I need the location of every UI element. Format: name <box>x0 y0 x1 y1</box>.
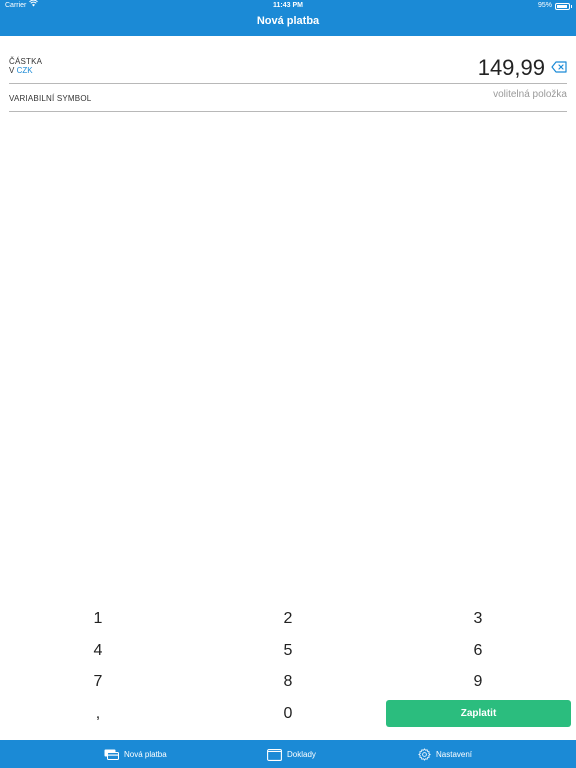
battery-info: 95% <box>537 0 572 12</box>
currency-prefix: V <box>9 66 15 75</box>
page-title: Nová platba <box>256 15 320 27</box>
battery-icon <box>555 2 572 10</box>
tab-label: Nová platba <box>124 749 167 759</box>
status-bar: Carrier 11:43 PM 95% <box>0 0 576 12</box>
key-5[interactable]: 5 <box>193 635 383 666</box>
app-header: Carrier 11:43 PM 95% Nová platba <box>0 0 576 36</box>
key-2[interactable]: 2 <box>193 603 383 634</box>
gear-icon <box>418 747 431 761</box>
tab-label: Nastavení <box>436 749 473 759</box>
key-7[interactable]: 7 <box>3 666 193 697</box>
key-decimal-comma[interactable]: , <box>3 698 193 729</box>
key-9[interactable]: 9 <box>383 666 573 697</box>
key-3[interactable]: 3 <box>383 603 573 634</box>
numeric-keypad: 1 2 3 4 5 6 7 8 9 , 0 Zaplatit <box>0 603 576 729</box>
variable-symbol-label: VARIABILNÍ SYMBOL <box>9 94 92 103</box>
tab-new-payment[interactable]: Nová platba <box>104 740 167 768</box>
status-time: 11:43 PM <box>273 2 303 9</box>
tab-bar: Nová platba Doklady Nastavení <box>0 740 576 768</box>
battery-percent: 95% <box>537 2 552 9</box>
tab-settings[interactable]: Nastavení <box>418 740 472 768</box>
receipts-icon <box>267 748 282 761</box>
currency-selector[interactable]: CZK <box>17 66 33 75</box>
amount-row: ČÁSTKA V CZK 149,99 <box>9 48 567 84</box>
payment-cards-icon <box>104 749 119 760</box>
tab-receipts[interactable]: Doklady <box>267 740 316 768</box>
tab-label: Doklady <box>287 749 316 759</box>
battery-level <box>557 4 568 8</box>
pay-button[interactable]: Zaplatit <box>386 700 571 727</box>
currency-line: V CZK <box>9 66 33 75</box>
key-4[interactable]: 4 <box>3 635 193 666</box>
key-0[interactable]: 0 <box>193 698 383 729</box>
amount-value: 149,99 <box>477 55 545 80</box>
variable-symbol-input[interactable] <box>307 89 567 100</box>
key-6[interactable]: 6 <box>383 635 573 666</box>
key-8[interactable]: 8 <box>193 666 383 697</box>
key-1[interactable]: 1 <box>3 603 193 634</box>
variable-symbol-row: VARIABILNÍ SYMBOL <box>9 84 567 112</box>
backspace-icon[interactable] <box>551 60 567 73</box>
amount-label: ČÁSTKA <box>9 57 43 66</box>
